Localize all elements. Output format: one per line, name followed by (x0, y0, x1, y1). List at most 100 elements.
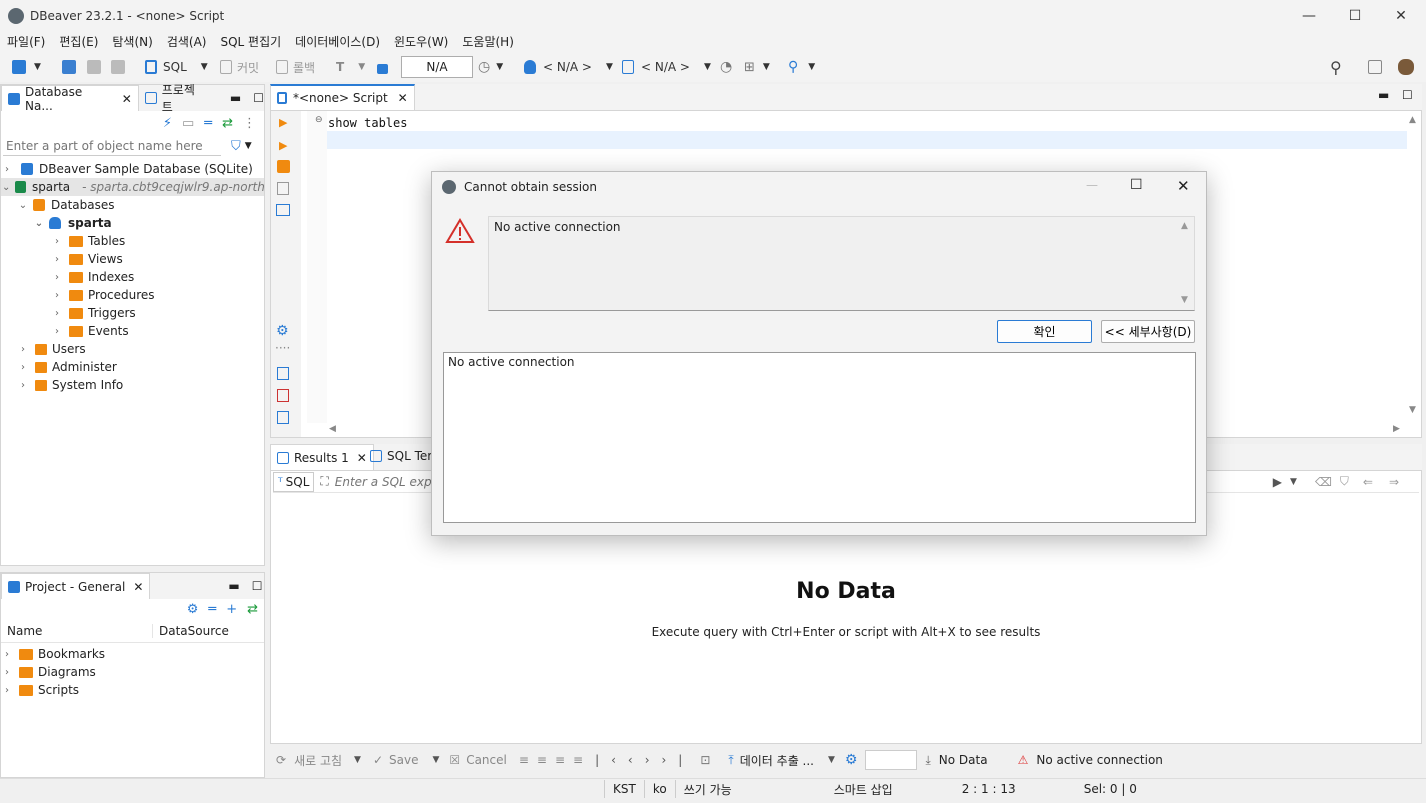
tree-item-tables[interactable]: › Tables (1, 232, 264, 250)
tab-project[interactable]: 프로젝트 (138, 83, 212, 114)
gear-icon[interactable]: ⚙ (276, 323, 289, 339)
chevron-right-icon[interactable]: › (51, 236, 63, 247)
fold-collapse-icon[interactable]: ⊖ (315, 115, 323, 125)
chevron-right-icon[interactable]: › (1, 685, 13, 696)
tree-item-scripts[interactable]: › Scripts (1, 681, 264, 699)
column-datasource[interactable]: DataSource (153, 624, 229, 638)
fetch-all-icon[interactable]: ⊡ (700, 753, 710, 767)
dialog-minimize-button[interactable]: — (1086, 178, 1098, 192)
import-icon[interactable] (277, 389, 289, 402)
chevron-down-icon[interactable]: ▼ (245, 141, 252, 151)
chevron-right-icon[interactable]: › (17, 362, 29, 373)
gear-icon[interactable]: ⚙ (845, 752, 858, 768)
details-text-area[interactable]: No active connection (443, 352, 1196, 523)
vertical-scrollbar[interactable]: ▲ ▼ (1407, 111, 1421, 423)
cancel-button[interactable]: Cancel (466, 753, 507, 767)
add-icon[interactable]: + (226, 602, 237, 617)
tree-item-indexes[interactable]: › Indexes (1, 268, 264, 286)
collapse-all-icon[interactable]: ═ (208, 602, 216, 617)
chevron-down-icon[interactable]: ▼ (433, 755, 440, 765)
variables-icon[interactable] (277, 411, 289, 424)
scroll-down-icon[interactable]: ▼ (1409, 405, 1416, 415)
menu-sql-editor[interactable]: SQL 편집기 (220, 32, 281, 52)
tree-item-sample-db[interactable]: › DBeaver Sample Database (SQLite) (1, 160, 264, 178)
rollback-button[interactable]: 롤백 (276, 56, 315, 78)
chevron-right-icon[interactable]: › (51, 290, 63, 301)
save-button[interactable]: Save (389, 753, 418, 767)
execute-statement-icon[interactable]: ▶ (279, 116, 287, 129)
export-icon[interactable] (277, 367, 289, 380)
tree-item-administer[interactable]: › Administer (1, 358, 264, 376)
close-button[interactable]: ✕ (1378, 0, 1424, 32)
column-name[interactable]: Name (1, 623, 153, 638)
eraser-icon[interactable]: ⌫ (1315, 475, 1332, 489)
chevron-right-icon[interactable]: › (51, 326, 63, 337)
minimize-view-icon[interactable]: ▬ (1378, 88, 1389, 102)
tree-item-sparta-connection[interactable]: ⌄sparta- sparta.cbt9ceqjwlr9.ap-northeas… (1, 178, 264, 196)
expand-icon[interactable]: ⛶ (320, 474, 328, 489)
menu-help[interactable]: 도움말(H) (462, 32, 514, 52)
scroll-up-icon[interactable]: ▲ (1409, 115, 1416, 125)
maximize-button[interactable]: ☐ (1332, 0, 1378, 32)
tab-results-1[interactable]: Results 1 ✕ (270, 444, 374, 470)
menu-navigate[interactable]: 탐색(N) (112, 32, 152, 52)
details-button[interactable]: << 세부사항(D) (1101, 320, 1195, 343)
scroll-down-icon[interactable]: ▼ (1181, 295, 1188, 305)
history-button[interactable]: ◷ ▼ (478, 56, 503, 78)
forward-icon[interactable]: ⇒ (1389, 475, 1399, 489)
navigator-filter-input[interactable] (3, 136, 221, 156)
chevron-right-icon[interactable]: › (1, 649, 13, 660)
funnel-icon[interactable]: ⛉ (1340, 474, 1349, 489)
schema-selector[interactable]: < N/A > ▼ (622, 56, 711, 78)
close-icon[interactable]: ✕ (133, 580, 143, 594)
search-tool-button[interactable]: ⚲ ▼ (788, 56, 815, 78)
menu-search[interactable]: 검색(A) (167, 32, 207, 52)
tree-item-sparta-db[interactable]: ⌄ sparta (1, 214, 264, 232)
page-navigation-icons[interactable]: |‹‹››| (595, 753, 694, 767)
chevron-right-icon[interactable]: › (17, 380, 29, 391)
chevron-right-icon[interactable]: › (1, 164, 13, 175)
export-data-button[interactable]: 데이터 추출 ... (740, 752, 814, 769)
filter-history-icon[interactable]: ▼ (1290, 477, 1297, 487)
chevron-right-icon[interactable]: › (51, 308, 63, 319)
link-editor-icon[interactable]: ⇄ (247, 602, 258, 617)
minimize-view-icon[interactable]: ▬ (230, 91, 241, 105)
menu-edit[interactable]: 편집(E) (59, 32, 98, 52)
tree-item-procedures[interactable]: › Procedures (1, 286, 264, 304)
tree-item-users[interactable]: › Users (1, 340, 264, 358)
tree-item-system-info[interactable]: › System Info (1, 376, 264, 394)
dialog-maximize-button[interactable]: ☐ (1130, 177, 1143, 193)
back-icon[interactable]: ⇐ (1363, 475, 1373, 489)
chevron-down-icon[interactable]: ▼ (828, 755, 835, 765)
scroll-up-icon[interactable]: ▲ (1181, 221, 1188, 231)
scroll-left-icon[interactable]: ◀ (329, 424, 336, 434)
invalidate-button[interactable] (111, 56, 125, 78)
chevron-down-icon[interactable]: ⌄ (1, 182, 11, 193)
chevron-down-icon[interactable]: ⌄ (17, 200, 29, 211)
sql-editor-button[interactable]: SQL ▼ (145, 56, 208, 78)
terminal-icon[interactable] (276, 204, 290, 216)
collapse-all-icon[interactable]: ═ (204, 116, 212, 131)
more-icon[interactable]: ···· (275, 341, 290, 355)
apply-filter-icon[interactable]: ▶ (1273, 475, 1282, 489)
tree-item-databases[interactable]: ⌄ Databases (1, 196, 264, 214)
execute-new-tab-icon[interactable]: ▶ (279, 139, 287, 152)
maximize-view-icon[interactable]: ☐ (1402, 88, 1413, 102)
new-connection-icon[interactable]: ⚡ (163, 116, 172, 131)
close-icon[interactable]: ✕ (398, 91, 408, 105)
explain-plan-icon[interactable] (277, 182, 289, 195)
chevron-down-icon[interactable]: ⌄ (33, 218, 45, 229)
tree-item-views[interactable]: › Views (1, 250, 264, 268)
chevron-right-icon[interactable]: › (17, 344, 29, 355)
tab-sql-terminal[interactable]: SQL Terminal (370, 449, 434, 463)
tab-script[interactable]: *<none> Script ✕ (270, 84, 415, 110)
refresh-button[interactable]: 새로 고침 (294, 752, 342, 769)
dashboard-button[interactable]: ◔ (720, 56, 732, 78)
menu-window[interactable]: 윈도우(W) (394, 32, 448, 52)
maximize-view-icon[interactable]: ☐ (253, 91, 264, 105)
chevron-right-icon[interactable]: › (51, 254, 63, 265)
maximize-view-icon[interactable]: ☐ (252, 579, 263, 593)
menu-database[interactable]: 데이터베이스(D) (295, 32, 380, 52)
sql-filter-toggle[interactable]: ᵀ SQL (273, 471, 315, 492)
datasource-selector[interactable]: < N/A > ▼ (524, 56, 613, 78)
